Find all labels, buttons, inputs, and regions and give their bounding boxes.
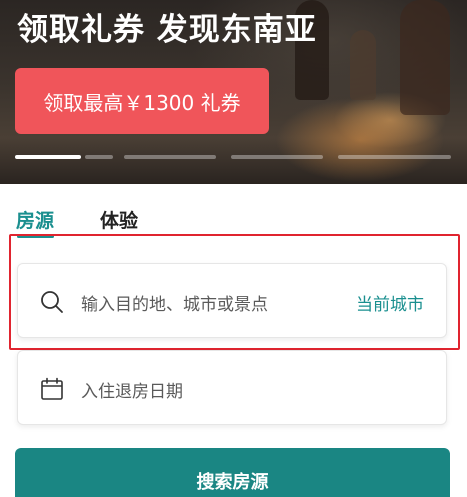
hero-photo-figure (400, 0, 450, 115)
carousel-dot[interactable] (231, 155, 323, 159)
tab-listings[interactable]: 房源 (16, 206, 54, 233)
carousel-indicator (15, 155, 451, 159)
destination-search-field[interactable]: 输入目的地、城市或景点 当前城市 (17, 263, 447, 338)
hero-title: 领取礼券 发现东南亚 (17, 12, 317, 48)
carousel-dot[interactable] (338, 155, 451, 159)
hero-photo-figure (350, 30, 376, 100)
date-placeholder: 入住退房日期 (81, 382, 183, 402)
search-placeholder: 输入目的地、城市或景点 (81, 295, 268, 315)
date-picker-field[interactable]: 入住退房日期 (17, 350, 447, 425)
carousel-dot[interactable] (124, 155, 216, 159)
claim-coupon-button[interactable]: 领取最高￥1300 礼券 (15, 68, 269, 134)
hero-banner[interactable]: 领取礼券 发现东南亚 领取最高￥1300 礼券 (0, 0, 467, 184)
tab-experiences[interactable]: 体验 (100, 206, 138, 233)
carousel-dot[interactable] (15, 155, 81, 159)
carousel-dot[interactable] (85, 155, 113, 159)
current-city-link[interactable]: 当前城市 (356, 290, 424, 315)
search-icon (41, 291, 63, 313)
calendar-icon (41, 377, 63, 400)
search-listings-button[interactable]: 搜索房源 (15, 448, 450, 497)
